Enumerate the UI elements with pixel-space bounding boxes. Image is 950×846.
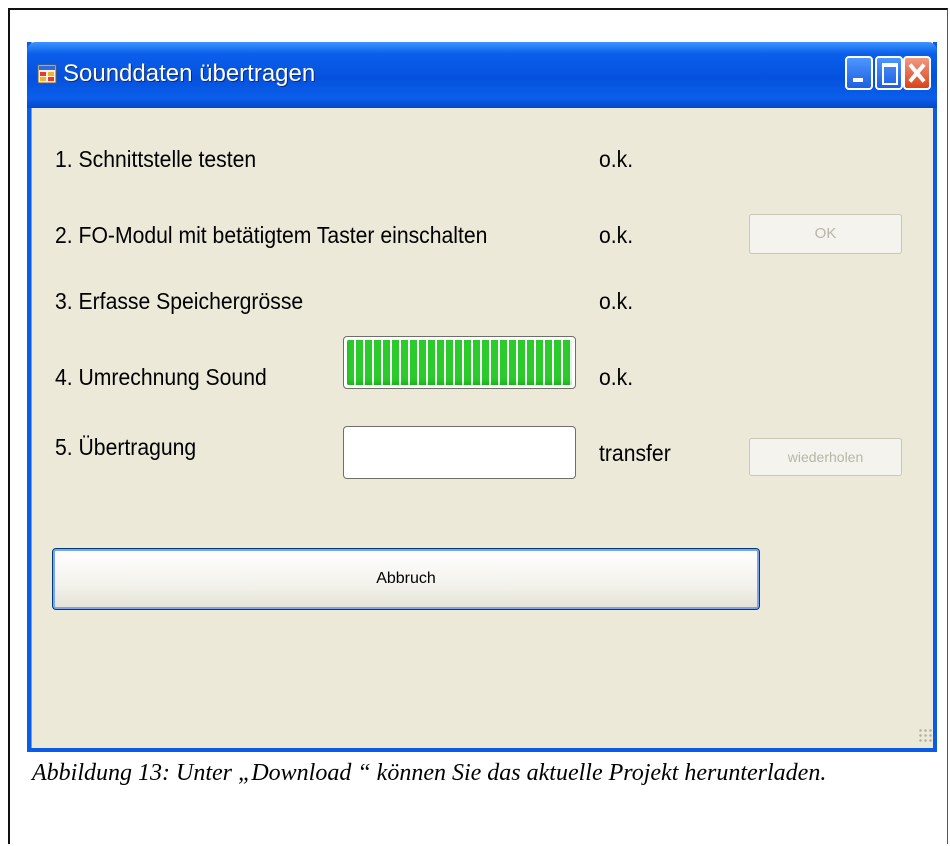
retry-button[interactable]: wiederholen [749,438,902,476]
conversion-progress-bar [343,336,576,389]
resize-grip-icon[interactable] [918,728,932,742]
close-button[interactable] [903,56,931,90]
step-2-label: 2. FO-Modul mit betätigtem Taster einsch… [55,222,488,248]
step-1-status: o.k. [599,146,634,172]
app-icon [37,64,57,84]
maximize-button[interactable] [875,56,903,90]
step-3-status: o.k. [599,288,634,314]
window-title: Sounddaten übertragen [63,60,316,87]
step-5-label: 5. Übertragung [55,434,197,460]
figure-caption: Abbildung 13: Unter „Download “ können S… [32,760,827,786]
cancel-button[interactable]: Abbruch [52,548,760,610]
minimize-button[interactable] [845,56,873,90]
title-bar[interactable]: Sounddaten übertragen [27,42,937,108]
step-5-status: transfer [599,440,671,466]
conversion-progress-fill [347,340,572,385]
step-4-status: o.k. [599,364,634,390]
step-4-label: 4. Umrechnung Sound [55,364,267,390]
ok-button[interactable]: OK [749,214,902,254]
step-2-status: o.k. [599,222,634,248]
step-1-label: 1. Schnittstelle testen [55,146,257,172]
transfer-progress-bar [343,426,576,479]
step-3-label: 3. Erfasse Speichergrösse [55,288,304,314]
